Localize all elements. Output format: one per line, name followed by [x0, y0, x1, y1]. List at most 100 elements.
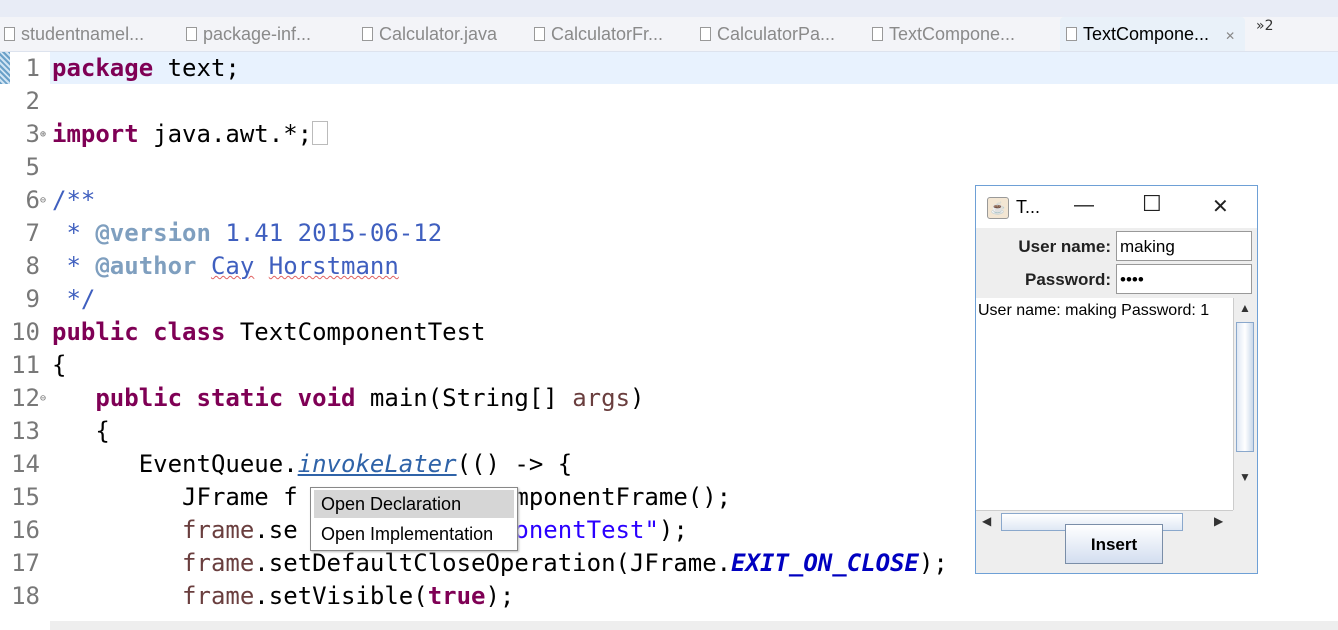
code-token: Cay — [210, 252, 255, 280]
close-tab-icon[interactable]: ✕ — [1225, 29, 1235, 43]
editor-tab[interactable]: package-inf... — [186, 17, 311, 51]
tab-label: studentnamel... — [21, 24, 145, 44]
scroll-up-arrow-icon[interactable]: ▲ — [1239, 301, 1251, 315]
menu-item-open-declaration[interactable]: Open Declaration — [314, 490, 514, 518]
editor-tab[interactable]: CalculatorFr... — [534, 17, 663, 51]
code-token: { — [52, 351, 67, 379]
tab-overflow-button[interactable]: »2 — [1256, 18, 1273, 34]
scroll-down-arrow-icon[interactable]: ▼ — [1239, 470, 1251, 484]
code-line[interactable]: 3 ⊕ import java.awt.*; — [0, 118, 1338, 151]
minimize-button[interactable]: — — [1074, 194, 1094, 217]
code-text: */ — [52, 283, 95, 316]
code-token: Horstmann — [268, 252, 399, 280]
java-file-icon — [700, 27, 711, 41]
username-field[interactable]: making — [1116, 231, 1252, 261]
editor-tab[interactable]: Calculator.java — [362, 17, 497, 51]
code-token: * — [52, 219, 96, 247]
line-number: 17 — [11, 549, 40, 577]
scroll-left-arrow-icon[interactable]: ◀ — [982, 514, 991, 528]
code-line[interactable]: 1 package text; — [0, 52, 1338, 85]
password-field[interactable]: •••• — [1116, 264, 1252, 294]
code-token: invokeLater — [297, 450, 457, 478]
line-number: 9 — [25, 285, 40, 313]
code-text: * @version 1.41 2015-06-12 — [52, 217, 442, 250]
code-token: .se — [254, 516, 298, 544]
code-token: ); — [485, 582, 515, 610]
code-token: void — [297, 384, 356, 412]
line-number: 11 — [11, 351, 40, 379]
tab-label: Calculator.java — [379, 24, 498, 44]
line-number: 7 — [25, 219, 40, 247]
java-file-icon — [4, 27, 15, 41]
code-token: EXIT_ON_CLOSE — [731, 549, 919, 577]
code-token: ) — [630, 384, 645, 412]
insert-button[interactable]: Insert — [1065, 524, 1163, 564]
collapse-fold-icon[interactable]: ⊖ — [40, 382, 46, 415]
code-line[interactable]: 18 frame.setVisible(true); — [0, 580, 1338, 613]
code-token: args — [572, 384, 631, 412]
scroll-right-arrow-icon[interactable]: ▶ — [1214, 514, 1223, 528]
close-button[interactable]: ✕ — [1212, 194, 1229, 219]
code-token: main(String[] — [355, 384, 573, 412]
line-number: 18 — [11, 582, 40, 610]
code-text: EventQueue.invokeLater(() -> { — [52, 448, 573, 481]
vertical-scrollbar[interactable]: ▲ ▼ — [1233, 298, 1256, 510]
java-file-icon — [534, 27, 545, 41]
collapsed-imports-icon[interactable] — [312, 121, 329, 145]
expand-fold-icon[interactable]: ⊕ — [40, 118, 46, 151]
toolbar — [0, 0, 1338, 17]
code-token: public — [52, 318, 139, 346]
line-number: 16 — [11, 516, 40, 544]
code-token: package — [52, 54, 154, 82]
editor-tab[interactable]: CalculatorPa... — [700, 17, 835, 51]
code-token: (() -> { — [456, 450, 573, 478]
editor-tab[interactable]: TextCompone... — [872, 17, 1015, 51]
line-number: 8 — [25, 252, 40, 280]
maximize-button[interactable]: ☐ — [1142, 191, 1162, 217]
java-file-icon — [186, 27, 197, 41]
dialog-title-bar: ☕ T... — ☐ ✕ — [976, 186, 1257, 228]
code-token: /** — [52, 186, 96, 214]
line-number: 14 — [11, 450, 40, 478]
collapse-fold-icon[interactable]: ⊖ — [40, 184, 46, 217]
editor-horizontal-scrollbar[interactable] — [50, 621, 1338, 630]
editor-tab[interactable]: studentnamel... — [4, 17, 144, 51]
code-text: { — [52, 415, 110, 448]
editor-tab[interactable]: TextCompone... ✕ — [1060, 17, 1246, 51]
code-text: import java.awt.*; — [52, 118, 329, 151]
code-line[interactable]: 2 — [0, 85, 1338, 118]
line-number: 10 — [11, 318, 40, 346]
menu-item-open-implementation[interactable]: Open Implementation — [314, 520, 514, 548]
code-token: { — [52, 417, 110, 445]
code-token: true — [427, 582, 486, 610]
code-token: JFrame f — [52, 483, 298, 511]
vertical-scroll-thumb[interactable] — [1236, 322, 1254, 452]
code-token: TextComponentTest — [225, 318, 486, 346]
code-token: frame — [182, 516, 255, 544]
code-text: /** — [52, 184, 95, 217]
code-text: package text; — [52, 52, 240, 85]
output-textarea[interactable]: User name: making Password: 1 — [976, 298, 1233, 510]
code-token: java.awt.*; — [138, 120, 313, 148]
line-number: 15 — [11, 483, 40, 511]
text-component-dialog: ☕ T... — ☐ ✕ User name: making Password:… — [975, 185, 1258, 574]
java-app-icon: ☕ — [987, 197, 1009, 219]
code-token: class — [153, 318, 226, 346]
code-text: { — [52, 349, 66, 382]
code-token: @author — [95, 252, 197, 280]
java-file-icon — [1066, 27, 1077, 41]
tab-label: TextCompone... — [1083, 24, 1210, 44]
line-number: 13 — [11, 417, 40, 445]
tab-label: package-inf... — [203, 24, 312, 44]
username-label: User name: — [1018, 237, 1111, 256]
code-text: public static void main(String[] args) — [52, 382, 644, 415]
code-token: import — [52, 120, 139, 148]
code-line[interactable]: 5 — [0, 151, 1338, 184]
